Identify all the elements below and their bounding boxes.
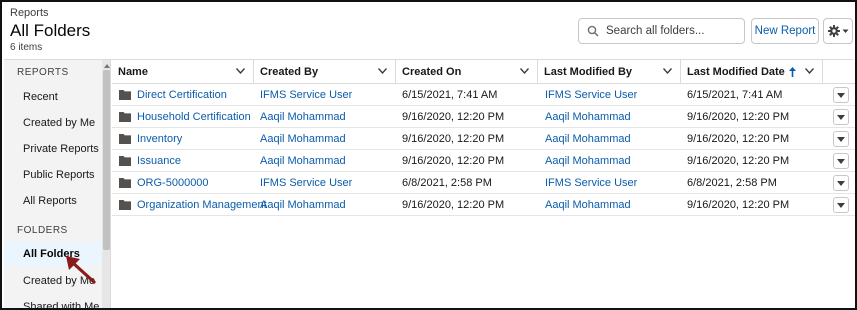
cell-created-on: 9/16/2020, 12:20 PM xyxy=(402,155,505,167)
row-menu-icon xyxy=(837,202,845,208)
row-menu-button[interactable] xyxy=(833,197,849,213)
cell-last-modified-date: 6/8/2021, 2:58 PM xyxy=(687,177,777,189)
cell-created-on: 9/16/2020, 12:20 PM xyxy=(402,199,505,211)
cell-last-modified-date: 9/16/2020, 12:20 PM xyxy=(687,111,790,123)
search-input[interactable] xyxy=(606,25,736,37)
cell-created-by[interactable]: IFMS Service User xyxy=(260,84,352,106)
table-row: Direct Certification IFMS Service User 6/1… xyxy=(112,84,855,106)
chevron-down-icon[interactable] xyxy=(663,68,672,74)
cell-created-on: 9/16/2020, 12:20 PM xyxy=(402,133,505,145)
sidebar-item-shared-with-me[interactable]: Shared with Me xyxy=(4,295,102,308)
column-header-created-by[interactable]: Created By xyxy=(254,60,396,84)
cell-name[interactable]: Inventory xyxy=(137,128,182,150)
table-row: ORG-5000000 IFMS Service User 6/8/2021, 2:… xyxy=(112,172,855,194)
sidebar-item-public-reports[interactable]: Public Reports xyxy=(4,163,102,187)
row-menu-button[interactable] xyxy=(833,153,849,169)
chevron-down-icon[interactable] xyxy=(805,68,814,74)
chevron-down-icon xyxy=(842,29,848,33)
cell-created-on: 6/8/2021, 2:58 PM xyxy=(402,177,492,189)
table-row: Organization Management Aaqil Mohammad 9/1… xyxy=(112,194,855,216)
column-header-last-modified-date[interactable]: Last Modified Date xyxy=(681,60,823,84)
cell-last-modified-by[interactable]: IFMS Service User xyxy=(545,84,637,106)
folder-icon xyxy=(119,200,131,210)
cell-last-modified-by[interactable]: Aaqil Mohammad xyxy=(545,106,631,128)
column-label: Last Modified Date xyxy=(687,66,785,78)
page-title: All Folders xyxy=(10,21,91,40)
cell-last-modified-by[interactable]: IFMS Service User xyxy=(545,172,637,194)
folder-icon xyxy=(119,90,131,100)
table-row: Issuance Aaqil Mohammad 9/16/2020, 12:20 P… xyxy=(112,150,855,172)
breadcrumb[interactable]: Reports xyxy=(10,7,49,19)
cell-created-by[interactable]: Aaqil Mohammad xyxy=(260,194,346,216)
sidebar-item-recent[interactable]: Recent xyxy=(4,85,102,109)
gear-icon xyxy=(827,25,840,37)
cell-created-on: 6/15/2021, 7:41 AM xyxy=(402,89,498,101)
column-header-created-on[interactable]: Created On xyxy=(396,60,538,84)
settings-button[interactable] xyxy=(823,18,853,44)
cell-last-modified-date: 9/16/2020, 12:20 PM xyxy=(687,133,790,145)
column-label: Created By xyxy=(260,66,319,78)
cell-name[interactable]: Organization Management xyxy=(137,194,267,216)
chevron-down-icon[interactable] xyxy=(236,68,245,74)
folder-icon xyxy=(119,134,131,144)
column-header-name[interactable]: Name xyxy=(112,60,254,84)
search-box[interactable] xyxy=(578,18,745,44)
chevron-down-icon[interactable] xyxy=(520,68,529,74)
sidebar-item-private-reports[interactable]: Private Reports xyxy=(4,137,102,161)
cell-created-on: 9/16/2020, 12:20 PM xyxy=(402,111,505,123)
item-count: 6 items xyxy=(10,42,43,53)
row-menu-button[interactable] xyxy=(833,131,849,147)
cell-created-by[interactable]: Aaqil Mohammad xyxy=(260,106,346,128)
annotation-arrow-icon xyxy=(66,256,96,284)
row-menu-icon xyxy=(837,158,845,164)
row-menu-button[interactable] xyxy=(833,175,849,191)
sidebar-scroll-thumb[interactable] xyxy=(103,70,110,250)
folder-icon xyxy=(119,178,131,188)
cell-name[interactable]: ORG-5000000 xyxy=(137,172,209,194)
cell-name[interactable]: Direct Certification xyxy=(137,84,227,106)
folders-section-label: FOLDERS xyxy=(17,225,68,236)
cell-last-modified-date: 6/15/2021, 7:41 AM xyxy=(687,89,783,101)
column-label: Last Modified By xyxy=(544,66,633,78)
row-menu-icon xyxy=(837,92,845,98)
table-row: Inventory Aaqil Mohammad 9/16/2020, 12:20 … xyxy=(112,128,855,150)
sidebar-item-all-reports[interactable]: All Reports xyxy=(4,189,102,213)
cell-name[interactable]: Issuance xyxy=(137,150,181,172)
cell-last-modified-date: 9/16/2020, 12:20 PM xyxy=(687,155,790,167)
row-menu-icon xyxy=(837,114,845,120)
scroll-up-arrow-icon[interactable] xyxy=(102,62,110,70)
folder-icon xyxy=(119,156,131,166)
sidebar-item-created-by-me[interactable]: Created by Me xyxy=(4,111,102,135)
column-label: Created On xyxy=(402,66,462,78)
cell-name[interactable]: Household Certification xyxy=(137,106,251,128)
table-header: Name Created By Created On Last Modified… xyxy=(112,60,855,84)
table-row: Household Certification Aaqil Mohammad 9/1… xyxy=(112,106,855,128)
folder-icon xyxy=(119,112,131,122)
column-label: Name xyxy=(118,66,148,78)
reports-section-label: REPORTS xyxy=(17,67,69,78)
row-menu-icon xyxy=(837,180,845,186)
column-header-last-modified-by[interactable]: Last Modified By xyxy=(538,60,681,84)
cell-last-modified-by[interactable]: Aaqil Mohammad xyxy=(545,150,631,172)
cell-created-by[interactable]: IFMS Service User xyxy=(260,172,352,194)
cell-last-modified-by[interactable]: Aaqil Mohammad xyxy=(545,128,631,150)
cell-created-by[interactable]: Aaqil Mohammad xyxy=(260,128,346,150)
cell-created-by[interactable]: Aaqil Mohammad xyxy=(260,150,346,172)
page-header: Reports All Folders 6 items New Report xyxy=(4,4,853,60)
app-window: Reports All Folders 6 items New Report xyxy=(0,0,857,310)
sort-arrow-up-icon xyxy=(788,67,796,77)
row-menu-button[interactable] xyxy=(833,87,849,103)
cell-last-modified-date: 9/16/2020, 12:20 PM xyxy=(687,199,790,211)
new-report-button[interactable]: New Report xyxy=(751,18,819,44)
row-menu-button[interactable] xyxy=(833,109,849,125)
search-icon xyxy=(587,25,599,37)
cell-last-modified-by[interactable]: Aaqil Mohammad xyxy=(545,194,631,216)
chevron-down-icon[interactable] xyxy=(378,68,387,74)
row-menu-icon xyxy=(837,136,845,142)
folders-table: Name Created By Created On Last Modified… xyxy=(112,60,855,308)
